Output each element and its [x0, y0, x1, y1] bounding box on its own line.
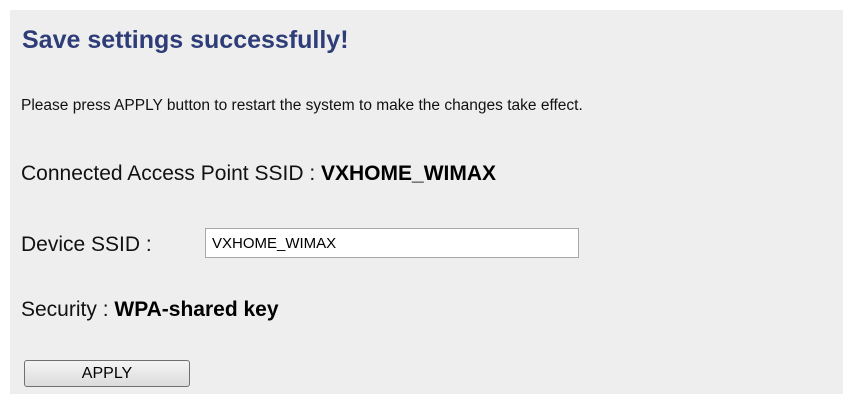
device-ssid-input[interactable]	[205, 228, 579, 258]
device-ssid-row: Device SSID :	[21, 233, 152, 257]
settings-panel: Save settings successfully! Please press…	[10, 10, 843, 394]
restart-instruction-text: Please press APPLY button to restart the…	[21, 97, 583, 114]
security-label: Security :	[21, 298, 115, 321]
device-ssid-label: Device SSID :	[21, 233, 152, 256]
connected-ap-ssid-row: Connected Access Point SSID : VXHOME_WIM…	[21, 162, 496, 186]
page-title: Save settings successfully!	[22, 26, 349, 54]
connected-ap-ssid-value: VXHOME_WIMAX	[321, 162, 497, 185]
security-row: Security : WPA-shared key	[21, 298, 279, 322]
connected-ap-ssid-label: Connected Access Point SSID :	[21, 162, 321, 185]
security-value: WPA-shared key	[114, 298, 279, 321]
apply-button[interactable]: APPLY	[24, 360, 190, 387]
